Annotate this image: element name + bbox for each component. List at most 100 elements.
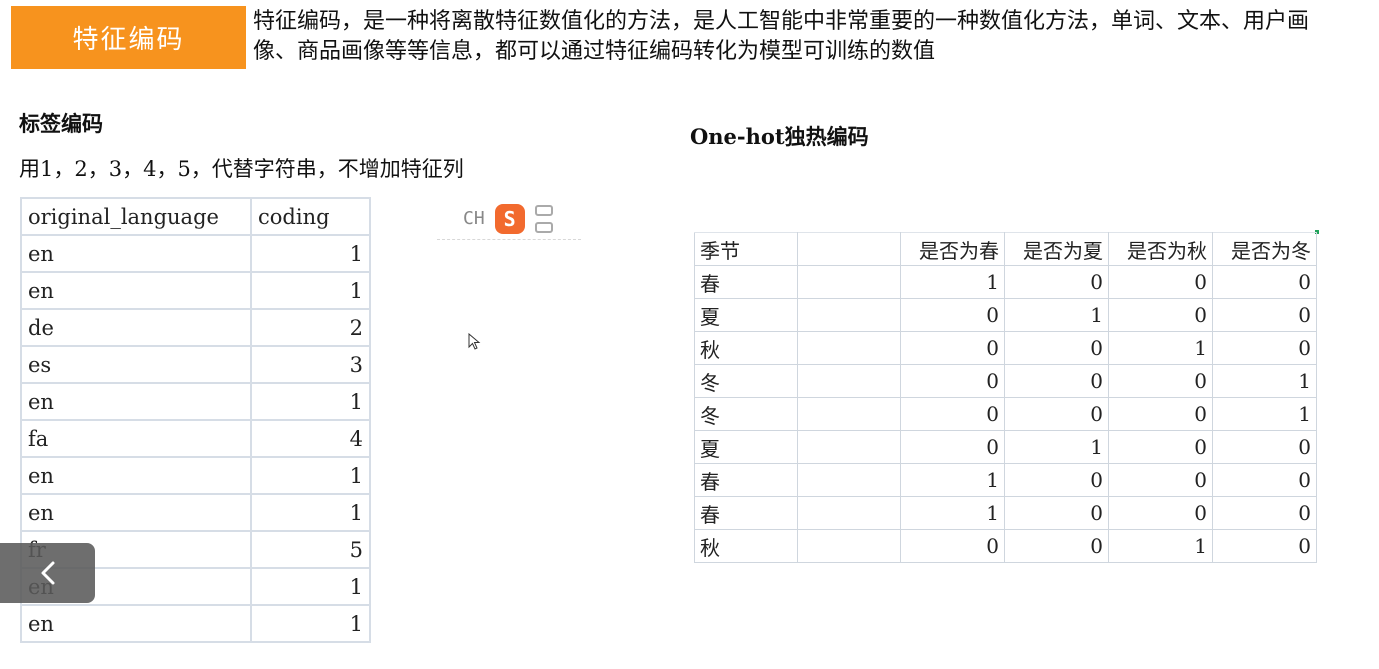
season-cell: 春	[694, 463, 798, 497]
table-header-row: 季节 是否为春 是否为夏 是否为秋 是否为冬	[694, 232, 1317, 266]
language-cell: de	[20, 308, 252, 347]
flag-cell: 0	[1004, 496, 1109, 530]
column-header: 是否为夏	[1004, 232, 1109, 266]
flag-cell: 0	[900, 331, 1005, 365]
season-cell: 冬	[694, 397, 798, 431]
language-cell: en	[20, 456, 252, 495]
ime-toolbar[interactable]: CH S	[437, 198, 581, 240]
table-header-row: original_language coding	[20, 197, 371, 236]
flag-cell	[797, 298, 901, 332]
table-row: 冬0001	[694, 397, 1317, 431]
flag-cell: 1	[900, 463, 1005, 497]
flag-cell: 0	[1004, 397, 1109, 431]
ime-menu-icon[interactable]	[534, 204, 553, 233]
table-row: 春1000	[694, 496, 1317, 530]
table-row: 春1000	[694, 463, 1317, 497]
onehot-title: One-hot独热编码	[690, 124, 869, 149]
language-cell: en	[20, 271, 252, 310]
season-cell: 夏	[694, 430, 798, 464]
season-cell: 春	[694, 265, 798, 299]
flag-cell	[797, 331, 901, 365]
table-row: 冬0001	[694, 364, 1317, 398]
language-cell: en	[20, 382, 252, 421]
flag-cell: 0	[1004, 364, 1109, 398]
season-cell: 秋	[694, 529, 798, 563]
flag-cell: 0	[1108, 430, 1213, 464]
table-row: es 3	[20, 345, 371, 384]
language-cell: fa	[20, 419, 252, 458]
flag-cell: 1	[1004, 430, 1109, 464]
coding-cell: 1	[250, 271, 371, 310]
table-row: en1	[20, 271, 371, 310]
table-row: en1	[20, 604, 371, 643]
flag-cell	[797, 430, 901, 464]
column-header: coding	[250, 197, 371, 236]
flag-cell: 0	[1212, 430, 1317, 464]
table-row: en1	[20, 382, 371, 421]
table-row: en1	[20, 456, 371, 495]
flag-cell	[797, 463, 901, 497]
flag-cell: 0	[1108, 463, 1213, 497]
season-cell: 秋	[694, 331, 798, 365]
coding-cell: 1	[250, 456, 371, 495]
mouse-pointer-icon	[468, 333, 481, 350]
table-row: de 2	[20, 308, 371, 347]
flag-cell: 0	[1212, 331, 1317, 365]
flag-cell: 1	[1212, 397, 1317, 431]
label-encoding-title: 标签编码	[19, 111, 103, 136]
column-header: original_language	[20, 197, 252, 236]
coding-cell: 1	[250, 567, 371, 606]
onehot-table: 季节 是否为春 是否为夏 是否为秋 是否为冬春 1 0 0 0 夏 0 1 0 0 秋 0 0 1 0 冬 0 0 0 1 冬 0…	[694, 232, 1317, 563]
table-row: 秋0010	[694, 331, 1317, 365]
intro-text: 特征编码，是一种将离散特征数值化的方法，是人工智能中非常重要的一种数值化方法，单…	[253, 9, 1310, 64]
coding-cell: 5	[250, 530, 371, 569]
coding-cell: 1	[250, 382, 371, 421]
chevron-left-icon	[41, 561, 54, 585]
table-row: 夏0100	[694, 430, 1317, 464]
ime-mode-label[interactable]: CH	[463, 208, 485, 229]
coding-cell: 1	[250, 604, 371, 643]
coding-cell: 2	[250, 308, 371, 347]
flag-cell: 0	[1108, 298, 1213, 332]
language-cell: es	[20, 345, 252, 384]
section-badge: 特征编码	[11, 6, 246, 69]
table-row: 秋0010	[694, 529, 1317, 563]
table-row: 夏0100	[694, 298, 1317, 332]
flag-cell	[797, 265, 901, 299]
label-encoding-description: 用1，2，3，4，5，代替字符串，不增加特征列	[19, 157, 464, 181]
flag-cell: 1	[1004, 298, 1109, 332]
flag-cell: 1	[900, 496, 1005, 530]
table-row: en1	[20, 234, 371, 273]
language-cell: en	[20, 234, 252, 273]
column-header: 是否为冬	[1212, 232, 1317, 266]
flag-cell: 0	[1212, 298, 1317, 332]
column-header	[797, 232, 901, 266]
collapse-panel-button[interactable]	[0, 543, 95, 603]
flag-cell: 0	[1108, 496, 1213, 530]
coding-cell: 1	[250, 493, 371, 532]
flag-cell: 1	[900, 265, 1005, 299]
table-row: fa 4	[20, 419, 371, 458]
flag-cell: 0	[900, 298, 1005, 332]
language-cell: en	[20, 604, 252, 643]
flag-cell: 1	[1212, 364, 1317, 398]
flag-cell: 0	[1004, 463, 1109, 497]
language-cell: en	[20, 493, 252, 532]
flag-cell: 0	[1004, 265, 1109, 299]
flag-cell: 0	[1108, 397, 1213, 431]
flag-cell: 0	[1212, 529, 1317, 563]
flag-cell: 0	[1212, 463, 1317, 497]
season-cell: 冬	[694, 364, 798, 398]
flag-cell: 0	[1108, 265, 1213, 299]
ime-logo-icon[interactable]: S	[494, 203, 525, 234]
flag-cell: 1	[1108, 529, 1213, 563]
coding-cell: 3	[250, 345, 371, 384]
flag-cell: 0	[1212, 496, 1317, 530]
flag-cell: 0	[900, 364, 1005, 398]
flag-cell: 0	[900, 397, 1005, 431]
coding-cell: 1	[250, 234, 371, 273]
coding-cell: 4	[250, 419, 371, 458]
flag-cell: 0	[900, 430, 1005, 464]
flag-cell	[797, 529, 901, 563]
flag-cell	[797, 364, 901, 398]
